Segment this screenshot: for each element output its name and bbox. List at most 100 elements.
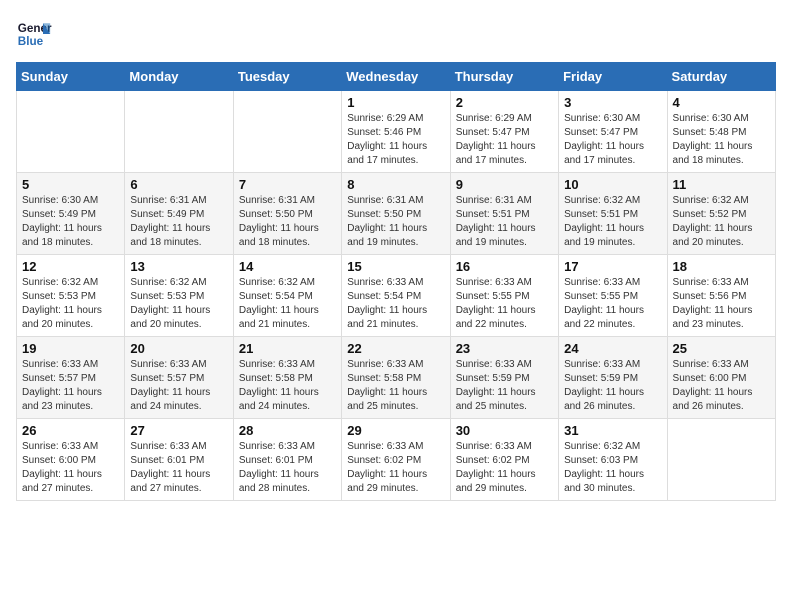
day-info: Sunrise: 6:33 AM Sunset: 6:01 PM Dayligh… [239, 440, 336, 496]
day-info: Sunrise: 6:32 AM Sunset: 5:53 PM Dayligh… [130, 276, 227, 332]
calendar-week-5: 26 Sunrise: 6:33 AM Sunset: 6:00 PM Dayli… [17, 419, 776, 501]
calendar-cell: 25 Sunrise: 6:33 AM Sunset: 6:00 PM Dayli… [667, 337, 775, 419]
day-info: Sunrise: 6:32 AM Sunset: 5:53 PM Dayligh… [22, 276, 119, 332]
day-number: 21 [239, 341, 336, 356]
day-number: 9 [456, 177, 553, 192]
calendar-cell: 29Sunrise: 6:33 AM Sunset: 6:02 PM Dayli… [342, 419, 450, 501]
calendar-cell: 31 Sunrise: 6:32 AM Sunset: 6:03 PM Dayli… [559, 419, 667, 501]
day-info: Sunrise: 6:33 AM Sunset: 5:59 PM Dayligh… [564, 358, 661, 414]
day-number: 15 [347, 259, 444, 274]
day-number: 31 [564, 423, 661, 438]
logo-icon: General Blue [16, 16, 52, 52]
calendar-cell: 17 Sunrise: 6:33 AM Sunset: 5:55 PM Dayli… [559, 255, 667, 337]
svg-text:Blue: Blue [18, 35, 44, 48]
weekday-header-saturday: Saturday [667, 63, 775, 91]
day-number: 19 [22, 341, 119, 356]
day-info: Sunrise: 6:33 AM Sunset: 5:54 PM Dayligh… [347, 276, 444, 332]
calendar-week-3: 12 Sunrise: 6:32 AM Sunset: 5:53 PM Dayli… [17, 255, 776, 337]
calendar-cell: 14 Sunrise: 6:32 AM Sunset: 5:54 PM Dayli… [233, 255, 341, 337]
calendar-week-2: 5 Sunrise: 6:30 AM Sunset: 5:49 PM Daylig… [17, 173, 776, 255]
calendar-cell: 15 Sunrise: 6:33 AM Sunset: 5:54 PM Dayli… [342, 255, 450, 337]
day-number: 20 [130, 341, 227, 356]
calendar-cell: 19 Sunrise: 6:33 AM Sunset: 5:57 PM Dayli… [17, 337, 125, 419]
calendar-week-4: 19 Sunrise: 6:33 AM Sunset: 5:57 PM Dayli… [17, 337, 776, 419]
day-number: 29 [347, 423, 444, 438]
day-number: 16 [456, 259, 553, 274]
calendar-cell [667, 419, 775, 501]
calendar-cell [125, 91, 233, 173]
day-info: Sunrise: 6:33 AM Sunset: 5:55 PM Dayligh… [456, 276, 553, 332]
calendar-cell: 13Sunrise: 6:32 AM Sunset: 5:53 PM Dayli… [125, 255, 233, 337]
day-info: Sunrise: 6:33 AM Sunset: 5:57 PM Dayligh… [130, 358, 227, 414]
day-number: 6 [130, 177, 227, 192]
day-number: 4 [673, 95, 770, 110]
day-number: 12 [22, 259, 119, 274]
day-number: 23 [456, 341, 553, 356]
day-number: 26 [22, 423, 119, 438]
calendar-cell: 8 Sunrise: 6:31 AM Sunset: 5:50 PM Daylig… [342, 173, 450, 255]
day-info: Sunrise: 6:30 AM Sunset: 5:47 PM Dayligh… [564, 112, 661, 168]
day-info: Sunrise: 6:32 AM Sunset: 6:03 PM Dayligh… [564, 440, 661, 496]
day-info: Sunrise: 6:31 AM Sunset: 5:49 PM Dayligh… [130, 194, 227, 250]
day-info: Sunrise: 6:32 AM Sunset: 5:51 PM Dayligh… [564, 194, 661, 250]
day-number: 5 [22, 177, 119, 192]
day-number: 7 [239, 177, 336, 192]
day-info: Sunrise: 6:31 AM Sunset: 5:50 PM Dayligh… [347, 194, 444, 250]
calendar-cell: 6 Sunrise: 6:31 AM Sunset: 5:49 PM Daylig… [125, 173, 233, 255]
day-info: Sunrise: 6:33 AM Sunset: 6:00 PM Dayligh… [22, 440, 119, 496]
day-info: Sunrise: 6:33 AM Sunset: 5:55 PM Dayligh… [564, 276, 661, 332]
calendar-cell: 30 Sunrise: 6:33 AM Sunset: 6:02 PM Dayli… [450, 419, 558, 501]
day-info: Sunrise: 6:32 AM Sunset: 5:54 PM Dayligh… [239, 276, 336, 332]
calendar-cell [233, 91, 341, 173]
weekday-header-thursday: Thursday [450, 63, 558, 91]
calendar-cell: 7 Sunrise: 6:31 AM Sunset: 5:50 PM Daylig… [233, 173, 341, 255]
calendar-cell: 18 Sunrise: 6:33 AM Sunset: 5:56 PM Dayli… [667, 255, 775, 337]
day-info: Sunrise: 6:33 AM Sunset: 5:59 PM Dayligh… [456, 358, 553, 414]
day-number: 28 [239, 423, 336, 438]
day-number: 22 [347, 341, 444, 356]
day-number: 3 [564, 95, 661, 110]
day-info: Sunrise: 6:32 AM Sunset: 5:52 PM Dayligh… [673, 194, 770, 250]
day-info: Sunrise: 6:29 AM Sunset: 5:47 PM Dayligh… [456, 112, 553, 168]
day-info: Sunrise: 6:33 AM Sunset: 5:57 PM Dayligh… [22, 358, 119, 414]
day-info: Sunrise: 6:33 AM Sunset: 5:58 PM Dayligh… [239, 358, 336, 414]
calendar-table: SundayMondayTuesdayWednesdayThursdayFrid… [16, 62, 776, 501]
calendar-cell: 9Sunrise: 6:31 AM Sunset: 5:51 PM Daylig… [450, 173, 558, 255]
calendar-cell: 20 Sunrise: 6:33 AM Sunset: 5:57 PM Dayli… [125, 337, 233, 419]
calendar-cell: 12 Sunrise: 6:32 AM Sunset: 5:53 PM Dayli… [17, 255, 125, 337]
calendar-cell: 22 Sunrise: 6:33 AM Sunset: 5:58 PM Dayli… [342, 337, 450, 419]
day-number: 14 [239, 259, 336, 274]
weekday-header-tuesday: Tuesday [233, 63, 341, 91]
calendar-cell: 27Sunrise: 6:33 AM Sunset: 6:01 PM Dayli… [125, 419, 233, 501]
calendar-cell [17, 91, 125, 173]
day-info: Sunrise: 6:33 AM Sunset: 6:00 PM Dayligh… [673, 358, 770, 414]
calendar-cell: 26 Sunrise: 6:33 AM Sunset: 6:00 PM Dayli… [17, 419, 125, 501]
weekday-header-friday: Friday [559, 63, 667, 91]
weekday-header-row: SundayMondayTuesdayWednesdayThursdayFrid… [17, 63, 776, 91]
day-number: 1 [347, 95, 444, 110]
calendar-cell: 16 Sunrise: 6:33 AM Sunset: 5:55 PM Dayli… [450, 255, 558, 337]
day-number: 18 [673, 259, 770, 274]
day-info: Sunrise: 6:31 AM Sunset: 5:50 PM Dayligh… [239, 194, 336, 250]
calendar-cell: 24Sunrise: 6:33 AM Sunset: 5:59 PM Dayli… [559, 337, 667, 419]
calendar-cell: 28 Sunrise: 6:33 AM Sunset: 6:01 PM Dayli… [233, 419, 341, 501]
day-info: Sunrise: 6:30 AM Sunset: 5:49 PM Dayligh… [22, 194, 119, 250]
day-number: 25 [673, 341, 770, 356]
calendar-cell: 4Sunrise: 6:30 AM Sunset: 5:48 PM Daylig… [667, 91, 775, 173]
day-number: 30 [456, 423, 553, 438]
calendar-cell: 11 Sunrise: 6:32 AM Sunset: 5:52 PM Dayli… [667, 173, 775, 255]
day-info: Sunrise: 6:33 AM Sunset: 6:02 PM Dayligh… [456, 440, 553, 496]
day-info: Sunrise: 6:33 AM Sunset: 5:58 PM Dayligh… [347, 358, 444, 414]
day-number: 11 [673, 177, 770, 192]
calendar-cell: 5 Sunrise: 6:30 AM Sunset: 5:49 PM Daylig… [17, 173, 125, 255]
day-info: Sunrise: 6:33 AM Sunset: 5:56 PM Dayligh… [673, 276, 770, 332]
calendar-cell: 10Sunrise: 6:32 AM Sunset: 5:51 PM Dayli… [559, 173, 667, 255]
day-number: 17 [564, 259, 661, 274]
day-number: 8 [347, 177, 444, 192]
page-header: General Blue [16, 16, 776, 52]
calendar-cell: 23 Sunrise: 6:33 AM Sunset: 5:59 PM Dayli… [450, 337, 558, 419]
calendar-week-1: 1Sunrise: 6:29 AM Sunset: 5:46 PM Daylig… [17, 91, 776, 173]
weekday-header-wednesday: Wednesday [342, 63, 450, 91]
calendar-cell: 2Sunrise: 6:29 AM Sunset: 5:47 PM Daylig… [450, 91, 558, 173]
weekday-header-sunday: Sunday [17, 63, 125, 91]
